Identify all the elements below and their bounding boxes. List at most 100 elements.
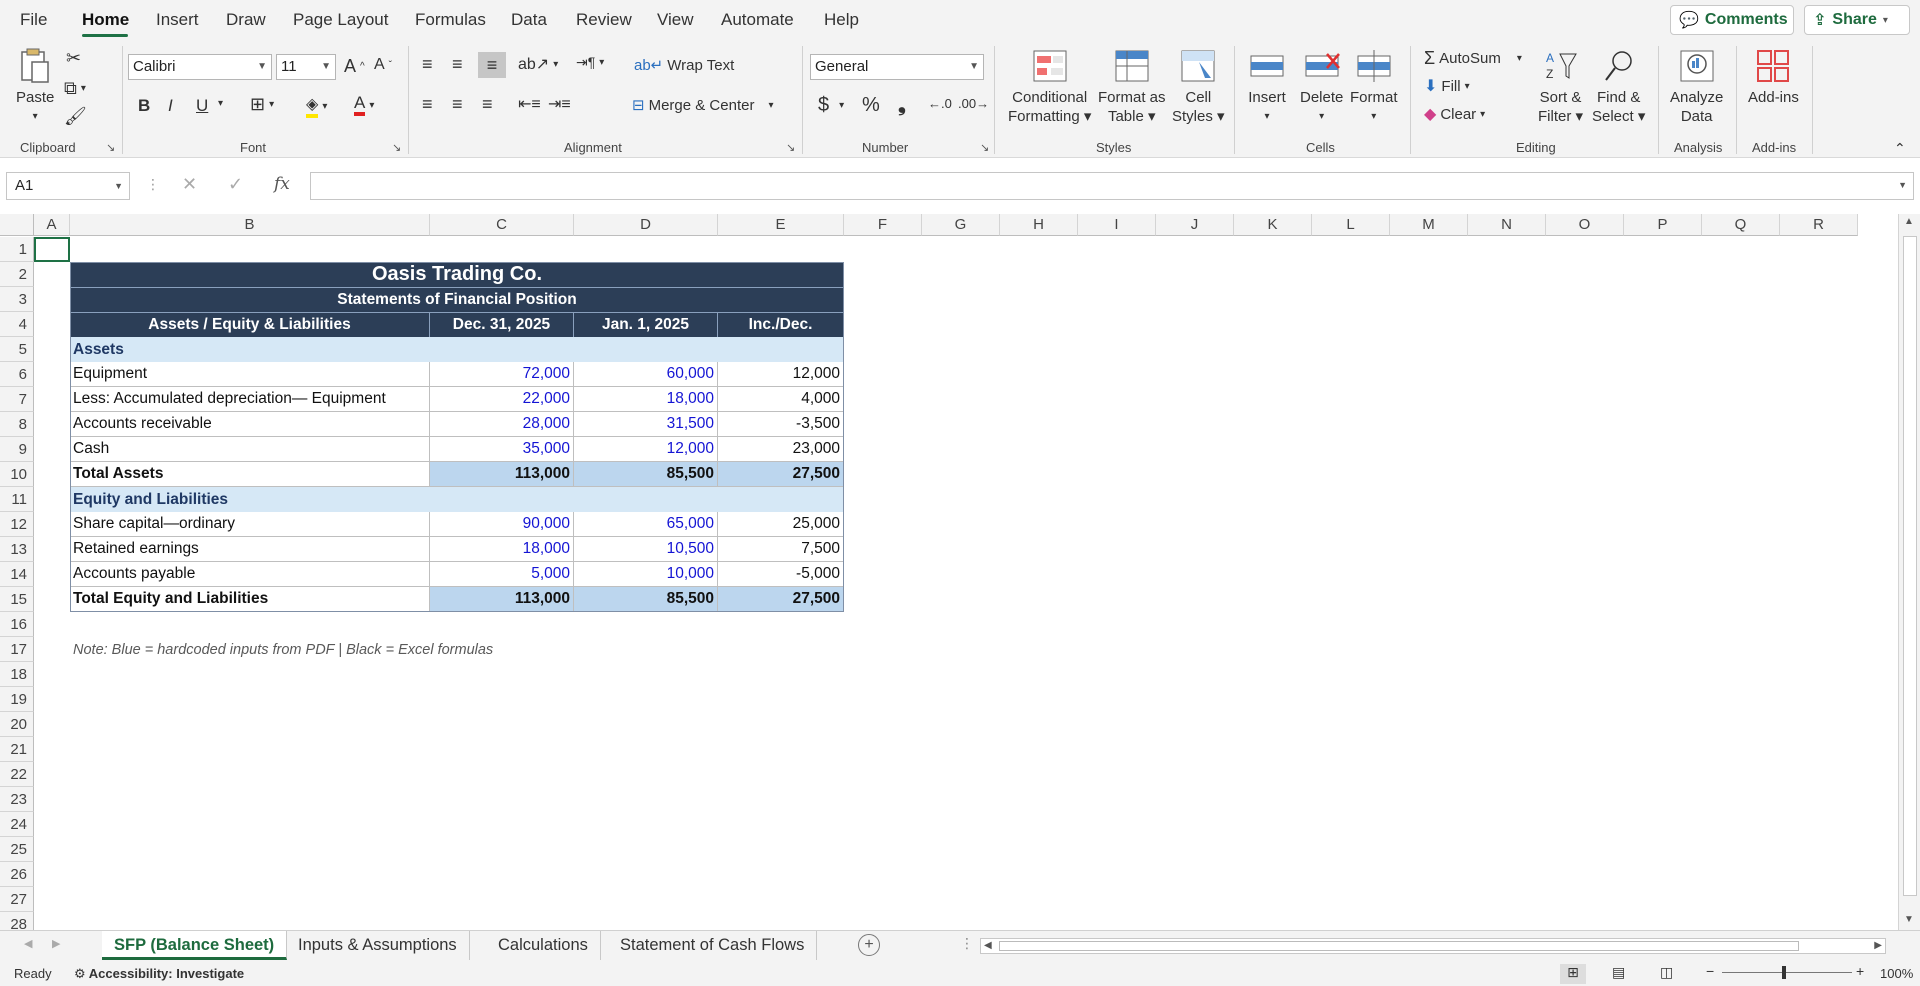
name-box[interactable]: A1 ▼ — [6, 172, 130, 200]
font-color-icon[interactable]: A ▾ — [354, 94, 374, 116]
row-header[interactable]: 9 — [0, 437, 34, 462]
menu-review[interactable]: Review — [576, 10, 632, 30]
data-cell[interactable]: 31,500 — [574, 412, 718, 437]
row-header[interactable]: 7 — [0, 387, 34, 412]
wrap-text-button[interactable]: ab↵ Wrap Text — [634, 56, 734, 75]
column-title[interactable]: Dec. 31, 2025 — [430, 312, 574, 337]
percent-button[interactable]: % — [862, 94, 880, 117]
row-header[interactable]: 20 — [0, 712, 34, 737]
tab-scroll-left-icon[interactable]: ◀ — [24, 937, 32, 950]
page-layout-view-icon[interactable]: ▤ — [1612, 964, 1625, 981]
align-top-icon[interactable]: ≡ — [422, 54, 433, 75]
sheet-tab-inputs[interactable]: Inputs & Assumptions — [286, 931, 470, 960]
data-cell[interactable]: -3,500 — [718, 412, 844, 437]
merge-center-button[interactable]: ⊟ Merge & Center ▾ — [632, 96, 774, 115]
column-header[interactable]: F — [844, 214, 922, 236]
formula-input[interactable]: ▼ — [310, 172, 1914, 200]
accessibility-status[interactable]: ⚙ Accessibility: Investigate — [74, 966, 244, 982]
data-cell[interactable]: Equipment — [70, 362, 430, 387]
format-cells-button[interactable]: Format ▾ — [1350, 48, 1398, 126]
horizontal-scrollbar[interactable]: ◀ ▶ — [980, 938, 1886, 954]
increase-indent-icon[interactable]: ⇥≡ — [548, 94, 571, 114]
fill-button[interactable]: ⬇ Fill ▾ — [1424, 76, 1470, 96]
scroll-right-icon[interactable]: ▶ — [1874, 940, 1882, 951]
orientation-icon[interactable]: ab↗ ▾ — [518, 54, 558, 74]
section-equity[interactable]: Equity and Liabilities — [70, 487, 844, 512]
scroll-thumb[interactable] — [1903, 236, 1917, 896]
data-cell[interactable]: Less: Accumulated depreciation— Equipmen… — [70, 387, 430, 412]
column-header[interactable]: D — [574, 214, 718, 236]
menu-formulas[interactable]: Formulas — [415, 10, 486, 30]
menu-home[interactable]: Home — [82, 10, 129, 30]
column-header[interactable]: P — [1624, 214, 1702, 236]
row-header[interactable]: 17 — [0, 637, 34, 662]
column-title[interactable]: Jan. 1, 2025 — [574, 312, 718, 337]
increase-font-icon[interactable]: A ^ — [344, 56, 365, 77]
row-header[interactable]: 15 — [0, 587, 34, 612]
column-header[interactable]: N — [1468, 214, 1546, 236]
data-cell[interactable]: Share capital—ordinary — [70, 512, 430, 537]
select-all-corner[interactable] — [0, 214, 34, 236]
zoom-slider-thumb[interactable] — [1782, 966, 1786, 979]
zoom-slider[interactable] — [1722, 972, 1852, 973]
total-cell[interactable]: Total Equity and Liabilities — [70, 587, 430, 612]
row-header[interactable]: 8 — [0, 412, 34, 437]
column-header[interactable]: A — [34, 214, 70, 236]
page-break-view-icon[interactable]: ◫ — [1660, 964, 1673, 981]
data-cell[interactable]: 10,000 — [574, 562, 718, 587]
sort-filter-button[interactable]: AZ Sort & Filter ▾ — [1538, 48, 1583, 126]
data-cell[interactable]: 18,000 — [430, 537, 574, 562]
zoom-in-icon[interactable]: + — [1856, 963, 1864, 979]
decrease-decimal-icon[interactable]: .00→ — [958, 96, 989, 111]
worksheet-grid[interactable]: ABCDEFGHIJKLMNOPQR 1 2 3 4 5 6 7 8 9 10 11 12 13 14 15… — [0, 214, 1920, 930]
normal-view-icon[interactable]: ⊞ — [1560, 964, 1586, 984]
number-format-select[interactable]: General ▼ — [810, 54, 984, 80]
row-header[interactable]: 25 — [0, 837, 34, 862]
row-header[interactable]: 2 — [0, 262, 34, 287]
column-header[interactable]: B — [70, 214, 430, 236]
data-cell[interactable]: Retained earnings — [70, 537, 430, 562]
row-header[interactable]: 26 — [0, 862, 34, 887]
scroll-left-icon[interactable]: ◀ — [984, 940, 992, 951]
menu-automate[interactable]: Automate — [721, 10, 794, 30]
total-cell[interactable]: 113,000 — [430, 587, 574, 612]
selected-cell-a1[interactable] — [34, 237, 70, 262]
add-sheet-icon[interactable]: + — [858, 934, 880, 956]
data-cell[interactable]: 12,000 — [718, 362, 844, 387]
row-header[interactable]: 14 — [0, 562, 34, 587]
enter-icon[interactable]: ✓ — [228, 174, 243, 195]
row-header[interactable]: 27 — [0, 887, 34, 912]
row-header[interactable]: 23 — [0, 787, 34, 812]
dialog-launcher-icon[interactable]: ↘ — [392, 141, 401, 154]
data-cell[interactable]: Cash — [70, 437, 430, 462]
section-assets[interactable]: Assets — [70, 337, 844, 362]
row-header[interactable]: 16 — [0, 612, 34, 637]
data-cell[interactable]: 5,000 — [430, 562, 574, 587]
column-title[interactable]: Assets / Equity & Liabilities — [70, 312, 430, 337]
menu-page-layout[interactable]: Page Layout — [293, 10, 388, 30]
underline-button[interactable]: U — [196, 96, 208, 116]
total-cell[interactable]: 113,000 — [430, 462, 574, 487]
data-cell[interactable]: 7,500 — [718, 537, 844, 562]
vertical-scrollbar[interactable]: ▲ ▼ — [1898, 214, 1920, 930]
clear-button[interactable]: ◆ Clear ▾ — [1424, 104, 1485, 124]
cancel-icon[interactable]: ✕ — [182, 174, 197, 195]
column-header[interactable]: K — [1234, 214, 1312, 236]
row-header[interactable]: 5 — [0, 337, 34, 362]
text-direction-icon[interactable]: ⇥¶ ▾ — [576, 54, 604, 71]
column-header[interactable]: E — [718, 214, 844, 236]
row-header[interactable]: 24 — [0, 812, 34, 837]
row-header[interactable]: 10 — [0, 462, 34, 487]
row-header[interactable]: 28 — [0, 912, 34, 930]
zoom-level[interactable]: 100% — [1880, 966, 1913, 981]
menu-draw[interactable]: Draw — [226, 10, 266, 30]
row-header[interactable]: 1 — [0, 237, 34, 262]
decrease-indent-icon[interactable]: ⇤≡ — [518, 94, 541, 114]
scroll-up-icon[interactable]: ▲ — [1904, 216, 1914, 227]
data-cell[interactable]: 35,000 — [430, 437, 574, 462]
font-size-select[interactable]: 11 ▼ — [276, 54, 336, 80]
data-cell[interactable]: -5,000 — [718, 562, 844, 587]
data-cell[interactable]: 18,000 — [574, 387, 718, 412]
share-button[interactable]: ⇪ Share ▾ — [1804, 5, 1910, 35]
row-header[interactable]: 21 — [0, 737, 34, 762]
